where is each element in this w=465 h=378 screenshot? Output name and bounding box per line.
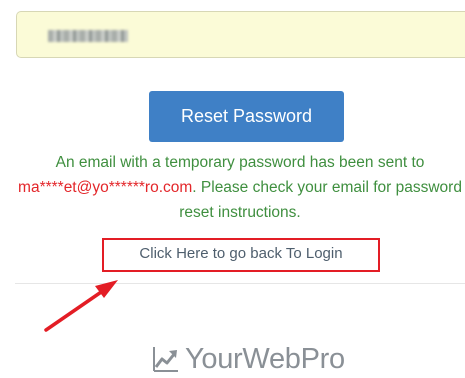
trending-up-chart-icon <box>153 347 178 372</box>
redacted-input-value <box>48 30 128 42</box>
email-input[interactable] <box>16 11 465 58</box>
divider <box>15 283 465 284</box>
message-suffix: . Please check your email for password r… <box>179 179 462 221</box>
yourwebpro-logo: YourWebPro <box>151 340 345 378</box>
message-prefix: An email with a temporary password has b… <box>55 154 425 171</box>
masked-email: ma****et@yo******ro.com <box>18 179 193 196</box>
back-to-login-link[interactable]: Click Here to go back To Login <box>102 241 380 266</box>
reset-password-button[interactable]: Reset Password <box>149 91 344 142</box>
logo-text: YourWebPro <box>185 342 345 375</box>
reset-confirmation-message: An email with a temporary password has b… <box>15 150 465 225</box>
